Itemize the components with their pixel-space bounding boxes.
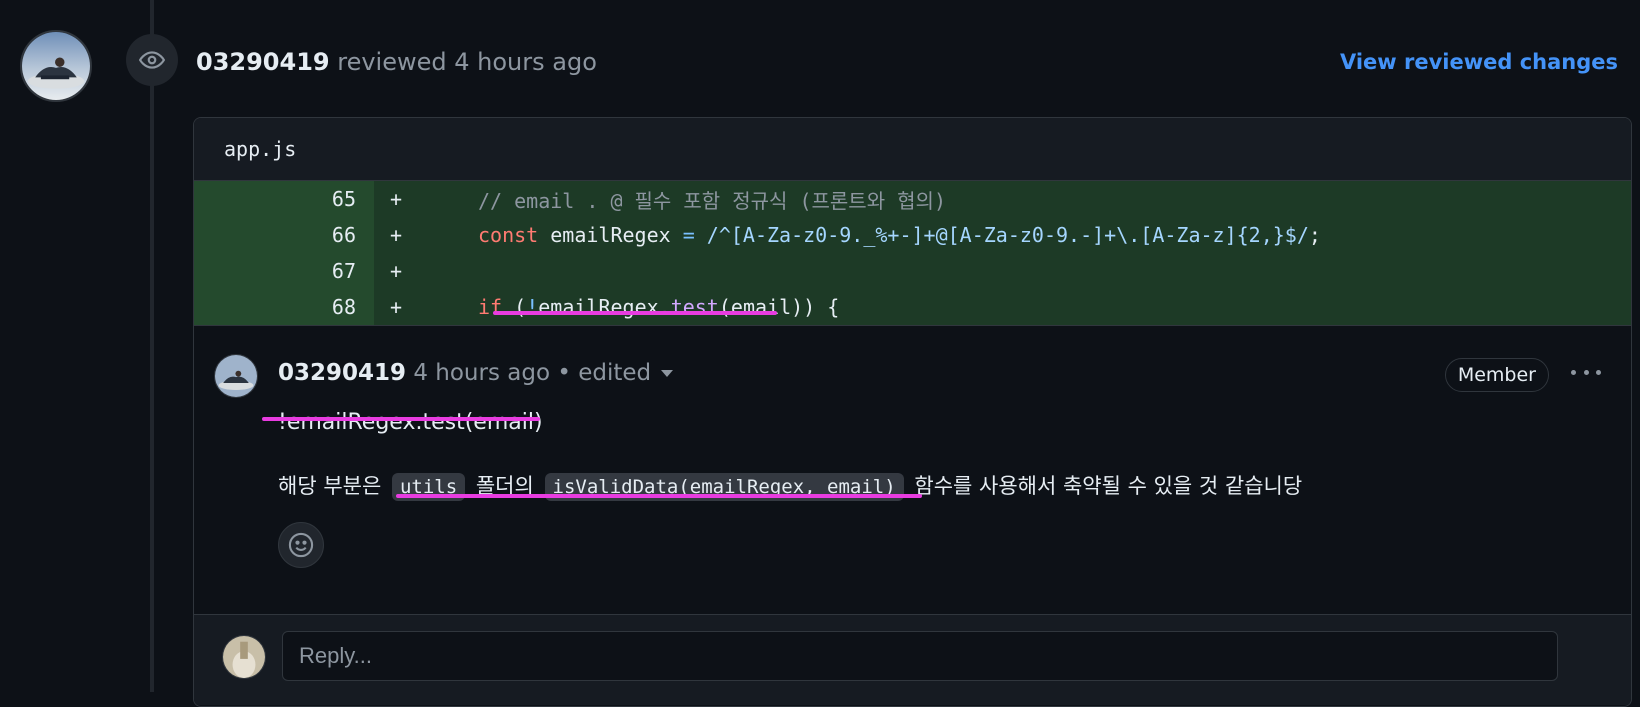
review-time[interactable]: 4 hours ago <box>454 48 597 76</box>
diff-line: 66 + const emailRegex = /^[A-Za-z0-9._%+… <box>194 217 1631 253</box>
code-comment: // email . @ 필수 포함 정규식 (프론트와 협의) <box>478 188 946 213</box>
diff-sign: + <box>374 289 430 325</box>
current-user-avatar[interactable] <box>222 635 266 679</box>
highlight-underline <box>396 494 922 498</box>
code-line: const emailRegex = /^[A-Za-z0-9._%+-]+@[… <box>430 217 1631 253</box>
review-thread: app.js 65 + // email . @ 필수 포함 정규식 (프론트와… <box>193 117 1632 707</box>
comment-author-link[interactable]: 03290419 <box>278 360 406 386</box>
member-badge: Member <box>1444 358 1549 392</box>
smiley-icon <box>288 532 314 558</box>
avatar-image <box>22 32 90 100</box>
highlight-underline <box>262 417 540 421</box>
line-number[interactable]: 68 <box>194 289 374 325</box>
code-identifier: emailRegex. <box>538 295 671 319</box>
code-keyword: const <box>478 223 539 247</box>
diff-sign: + <box>374 253 430 289</box>
diff-line: 68 + if (!emailRegex.test(email)) { <box>194 289 1631 325</box>
timeline-line <box>150 0 154 692</box>
review-author-link[interactable]: 03290419 <box>196 48 330 76</box>
more-options-icon[interactable] <box>1571 362 1601 382</box>
diff-sign: + <box>374 181 430 217</box>
diff-line: 65 + // email . @ 필수 포함 정규식 (프론트와 협의) <box>194 181 1631 217</box>
diff-sign: + <box>374 217 430 253</box>
chevron-down-icon[interactable] <box>661 370 674 377</box>
diff-line: 67 + <box>194 253 1631 289</box>
code-punct: ; <box>1308 223 1321 247</box>
code-line: // email . @ 필수 포함 정규식 (프론트와 협의) <box>430 181 1631 217</box>
avatar-image <box>215 355 257 397</box>
review-header: 03290419 reviewed 4 hours ago <box>196 44 597 80</box>
code-punct: (email)) { <box>718 295 840 319</box>
reply-input[interactable] <box>282 631 1558 681</box>
code-identifier: emailRegex <box>538 223 683 247</box>
avatar-image <box>223 636 265 678</box>
comment-text: 함수를 사용해서 축약될 수 있을 것 같습니당 <box>914 474 1303 498</box>
comment-time[interactable]: 4 hours ago <box>413 360 550 386</box>
review-action: reviewed <box>337 48 447 76</box>
edited-label[interactable]: • edited <box>550 360 651 386</box>
code-regex: /^[A-Za-z0-9._%+-]+@[A-Za-z0-9.-]+\.[A-Z… <box>694 223 1309 247</box>
file-name[interactable]: app.js <box>224 137 296 161</box>
review-comment: 03290419 4 hours ago • edited Member !em… <box>194 325 1631 614</box>
comment-body: 해당 부분은 utils 폴더의 isValidData(emailRegex,… <box>278 466 1302 507</box>
add-reaction-button[interactable] <box>278 522 324 568</box>
file-name-header: app.js <box>194 118 1631 181</box>
reply-bar <box>194 614 1631 705</box>
code-function: test <box>670 295 719 319</box>
code-operator: = <box>682 223 695 247</box>
code-operator: ! <box>526 295 539 319</box>
code-line: if (!emailRegex.test(email)) { <box>430 289 1631 325</box>
comment-header: 03290419 4 hours ago • edited <box>278 356 674 390</box>
comment-quoted-code: !emailRegex.test(email) <box>278 410 543 435</box>
diff-table: 65 + // email . @ 필수 포함 정규식 (프론트와 협의) 66… <box>194 181 1631 325</box>
comment-avatar[interactable] <box>214 354 258 398</box>
eye-icon <box>126 34 178 86</box>
line-number[interactable]: 65 <box>194 181 374 217</box>
code-punct: ( <box>502 295 527 319</box>
comment-text: 해당 부분은 <box>278 474 382 498</box>
code-line <box>430 253 1631 289</box>
code-keyword: if <box>478 295 503 319</box>
highlight-underline <box>493 311 777 315</box>
view-reviewed-changes-link[interactable]: View reviewed changes <box>1340 46 1618 78</box>
reviewer-avatar[interactable] <box>20 30 92 102</box>
line-number[interactable]: 66 <box>194 217 374 253</box>
line-number[interactable]: 67 <box>194 253 374 289</box>
